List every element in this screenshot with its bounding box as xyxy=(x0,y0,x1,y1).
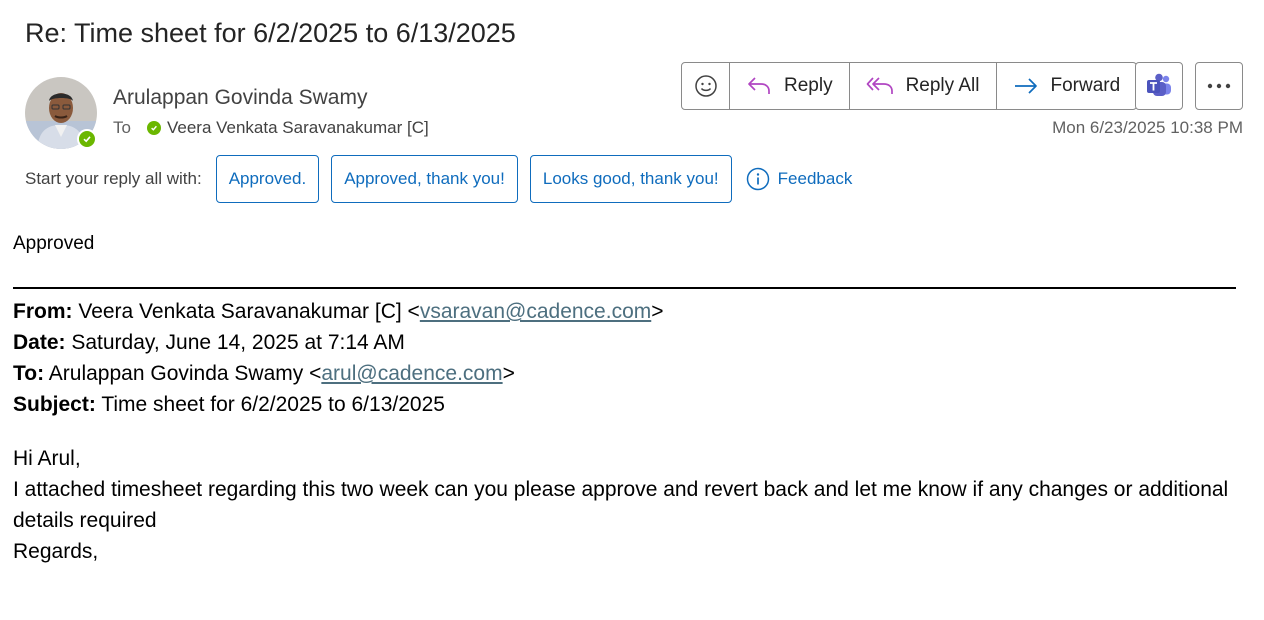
quoted-date-label: Date: xyxy=(13,331,66,354)
quoted-subject-line: Subject: Time sheet for 6/2/2025 to 6/13… xyxy=(13,389,664,420)
presence-available-icon xyxy=(77,129,97,149)
email-subject: Re: Time sheet for 6/2/2025 to 6/13/2025 xyxy=(25,18,516,48)
quoted-from-email-link[interactable]: vsaravan@cadence.com xyxy=(420,300,651,323)
quoted-message-header: From: Veera Venkata Saravanakumar [C] <v… xyxy=(13,296,664,420)
reply-text: Approved xyxy=(13,233,95,254)
feedback-label: Feedback xyxy=(777,169,853,188)
recipient-name[interactable]: Veera Venkata Saravanakumar [C] xyxy=(167,118,429,138)
quoted-to-label: To: xyxy=(13,362,45,385)
reply-all-label: Reply All xyxy=(905,75,980,96)
reply-all-button[interactable]: Reply All xyxy=(850,63,997,109)
quoted-date-value: Saturday, June 14, 2025 at 7:14 AM xyxy=(71,331,405,354)
to-label: To xyxy=(113,118,131,137)
quoted-to-name: Arulappan Govinda Swamy < xyxy=(48,362,322,385)
quoted-from-line: From: Veera Venkata Saravanakumar [C] <v… xyxy=(13,300,664,323)
feedback-link[interactable]: Feedback xyxy=(746,167,853,191)
quoted-to-email-link[interactable]: arul@cadence.com xyxy=(321,362,502,385)
quoted-subject-label: Subject: xyxy=(13,393,96,416)
body-text: I attached timesheet regarding this two … xyxy=(13,478,1229,532)
reply-label: Reply xyxy=(784,75,833,96)
message-actions: Reply Reply All Forward xyxy=(681,62,1138,110)
recipients-line: To Veera Venkata Saravanakumar [C] xyxy=(113,118,429,138)
quoted-subject-value: Time sheet for 6/2/2025 to 6/13/2025 xyxy=(101,393,445,416)
more-horizontal-icon xyxy=(1206,82,1232,90)
message-timestamp: Mon 6/23/2025 10:38 PM xyxy=(1052,118,1243,137)
quoted-from-label: From: xyxy=(13,300,73,323)
suggested-reply-button[interactable]: Looks good, thank you! xyxy=(529,155,732,203)
suggested-reply-button[interactable]: Approved. xyxy=(215,155,320,203)
suggested-replies-label: Start your reply all with: xyxy=(25,169,202,188)
reply-arrow-icon xyxy=(746,75,772,97)
teams-chat-button[interactable] xyxy=(1135,62,1183,110)
quoted-message-body: Hi Arul, I attached timesheet regarding … xyxy=(13,443,1243,567)
reply-button[interactable]: Reply xyxy=(730,63,850,109)
reply-all-arrow-icon xyxy=(866,75,894,97)
greeting-text: Hi Arul, xyxy=(13,447,81,470)
quoted-message-divider xyxy=(13,287,1236,289)
suggested-replies: Start your reply all with: Approved. App… xyxy=(25,155,852,203)
closing-text: Regards, xyxy=(13,540,99,563)
emoji-reaction-button[interactable] xyxy=(682,63,730,109)
quoted-from-name: Veera Venkata Saravanakumar [C] < xyxy=(78,300,420,323)
forward-arrow-icon xyxy=(1013,75,1039,97)
more-actions-button[interactable] xyxy=(1195,62,1243,110)
recipient-presence-icon xyxy=(146,121,161,135)
forward-label: Forward xyxy=(1050,75,1121,96)
suggested-reply-button[interactable]: Approved, thank you! xyxy=(331,155,518,203)
forward-button[interactable]: Forward xyxy=(997,63,1137,109)
emoji-smile-icon xyxy=(694,74,718,98)
info-circle-icon xyxy=(746,167,770,191)
sender-name[interactable]: Arulappan Govinda Swamy xyxy=(113,86,367,110)
quoted-date-line: Date: Saturday, June 14, 2025 at 7:14 AM xyxy=(13,327,664,358)
quoted-to-line: To: Arulappan Govinda Swamy <arul@cadenc… xyxy=(13,362,515,385)
teams-icon xyxy=(1145,73,1173,99)
